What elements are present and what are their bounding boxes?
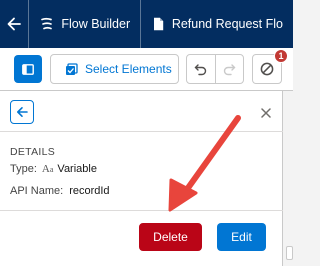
undo-button[interactable] <box>187 55 215 83</box>
text-type-icon: Aa <box>42 163 54 175</box>
type-label: Type: <box>10 163 37 175</box>
flow-icon <box>41 17 53 30</box>
panel-footer-divider <box>0 210 283 211</box>
toggle-toolbox-button[interactable] <box>14 55 42 83</box>
api-name-value: recordId <box>69 185 110 197</box>
panel-header-divider <box>0 131 283 132</box>
text-type-icon-letter: A <box>41 163 50 175</box>
api-name-label: API Name: <box>10 185 64 197</box>
details-heading: DETAILS <box>10 146 56 158</box>
panel-close-button[interactable] <box>259 106 273 120</box>
arrow-left-icon <box>7 17 21 31</box>
back-button[interactable] <box>0 0 28 48</box>
error-count-badge: 1 <box>274 49 288 63</box>
canvas-scroll-strip <box>284 91 293 266</box>
arrow-left-icon <box>17 107 28 117</box>
edit-button[interactable]: Edit <box>217 223 266 251</box>
undo-redo-group <box>186 54 244 84</box>
redo-button[interactable] <box>214 55 243 83</box>
api-name-row: API Name: recordId <box>10 185 110 197</box>
app-name-label: Flow Builder <box>61 17 131 31</box>
select-icon <box>66 62 78 75</box>
app-name-tab[interactable]: Flow Builder <box>28 0 140 48</box>
close-icon <box>261 108 271 118</box>
panel-back-button[interactable] <box>10 100 34 124</box>
select-elements-label: Select Elements <box>85 62 172 76</box>
flow-name-label: Refund Request Flo <box>171 17 283 31</box>
block-icon <box>260 62 274 76</box>
file-icon <box>153 17 164 31</box>
panel-toggle-icon <box>22 63 34 75</box>
type-value: Variable <box>57 163 97 175</box>
undo-icon <box>194 63 207 75</box>
canvas-toolbar: Select Elements 1 <box>0 48 293 91</box>
select-elements-button[interactable]: Select Elements <box>50 54 179 84</box>
top-navigation-bar: Flow Builder Refund Request Flo <box>0 0 293 48</box>
text-type-icon-sub: a <box>49 165 54 174</box>
flow-name-tab[interactable]: Refund Request Flo <box>141 0 293 48</box>
type-row: Type: Aa Variable <box>10 163 97 175</box>
scroll-handle[interactable] <box>286 246 293 260</box>
delete-button[interactable]: Delete <box>139 223 202 251</box>
redo-icon <box>223 63 236 75</box>
